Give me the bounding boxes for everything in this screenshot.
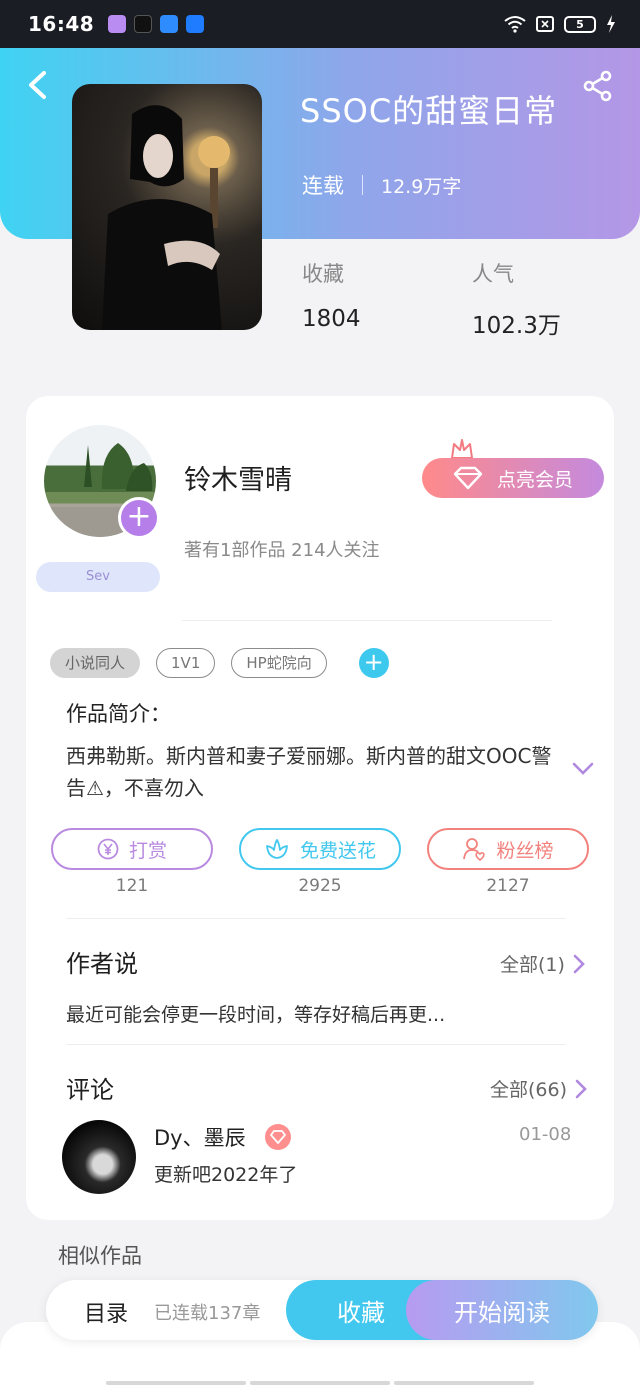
fan-ranking-label: 粉丝榜 [496,839,554,862]
tag-list: 小说同人 1V1 HP蛇院向 + [50,648,389,678]
meta-divider [362,175,363,195]
commenter-name[interactable]: Dy、墨辰 [154,1122,246,1152]
book-title: SSOC的甜蜜日常 [300,92,558,130]
status-bar: 16:48 5 [0,0,640,48]
chevron-down-icon[interactable] [570,758,596,778]
author-says-heading: 作者说 [66,950,138,978]
tag-item[interactable]: 小说同人 [50,648,141,678]
fan-count: 2127 [486,876,530,896]
app-notification-icon [108,15,127,33]
vip-badge-icon [265,1124,291,1150]
comments-heading: 评论 [66,1076,114,1104]
author-name[interactable]: 铃木雪晴 [184,458,292,497]
comment-text[interactable]: 更新吧2022年了 [154,1160,297,1187]
word-count: 12.9万字 [381,175,462,198]
cover-figure [102,105,230,330]
intro-text: 西弗勒斯。斯内普和妻子爱丽娜。斯内普的甜文OOC警告⚠，不喜勿入 [66,744,552,800]
start-reading-button[interactable]: 开始阅读 [406,1280,598,1340]
divider [66,1044,566,1045]
diamond-icon [453,466,483,490]
popularity-value: 102.3万 [472,313,561,339]
home-indicator [394,1381,534,1385]
charging-icon [607,15,615,33]
chevron-right-icon [573,954,585,973]
vip-button[interactable]: 点亮会员 [422,458,604,498]
start-reading-label: 开始阅读 [454,1298,550,1327]
add-tag-button[interactable]: + [358,648,389,678]
table-of-contents-button[interactable]: 目录 [84,1296,128,1328]
favorites-stat: 收藏 1804 [302,258,361,332]
favorites-label: 收藏 [302,262,344,286]
comments-more-label: 全部(66) [490,1079,568,1101]
similar-works-heading: 相似作品 [58,1244,142,1268]
yen-icon [97,838,119,860]
author-says-text[interactable]: 最近可能会停更一段时间，等存好稿后再更... [66,1000,445,1027]
tiktok-icon [134,15,153,33]
flower-count: 2925 [298,876,342,896]
app-circle-icon [186,15,205,33]
comment-date: 01-08 [519,1124,572,1145]
book-meta: 连载 12.9万字 [302,170,461,200]
wifi-icon [504,16,526,33]
intro-heading: 作品简介： [66,702,171,726]
home-indicator [106,1381,246,1385]
divider [66,918,566,919]
author-stats: 著有1部作品 214人关注 [184,540,380,561]
home-indicator [250,1381,390,1385]
chapter-count: 已连载137章 [154,1303,261,1324]
status-app-icons [108,15,205,33]
author-says-more-label: 全部(1) [500,954,565,976]
flower-icon [266,839,288,859]
tip-button[interactable]: 打赏 [51,828,213,870]
fan-ranking-button[interactable]: 粉丝榜 [427,828,589,870]
app-loop-icon [160,15,179,33]
send-flower-label: 免费送花 [299,839,376,862]
fan-icon [463,838,486,861]
tip-count: 121 [115,876,149,896]
chevron-right-icon [575,1079,587,1098]
sim-icon [536,16,554,32]
status-right: 5 [504,15,616,33]
divider [182,620,552,621]
book-cover[interactable] [72,84,262,330]
share-icon[interactable] [582,70,614,102]
popularity-stat: 人气 102.3万 [472,258,561,340]
commenter-avatar[interactable] [62,1120,136,1194]
back-icon[interactable] [24,70,52,100]
crown-icon [451,439,473,459]
tag-item[interactable]: HP蛇院向 [231,648,327,678]
status-time: 16:48 [28,12,95,36]
follow-author-button[interactable]: + [118,497,160,539]
popularity-label: 人气 [472,262,514,286]
tag-item[interactable]: 1V1 [156,648,216,678]
send-flower-button[interactable]: 免费送花 [239,828,401,870]
comments-more-link[interactable]: 全部(66) [490,1075,587,1102]
battery-level: 5 [564,15,596,33]
author-says-more-link[interactable]: 全部(1) [500,950,585,977]
author-badge: Sev [36,562,160,592]
tip-label: 打赏 [128,839,167,862]
favorites-value: 1804 [302,306,361,332]
collect-label: 收藏 [337,1298,385,1327]
vip-label: 点亮会员 [496,468,573,491]
serial-status: 连载 [302,174,344,198]
